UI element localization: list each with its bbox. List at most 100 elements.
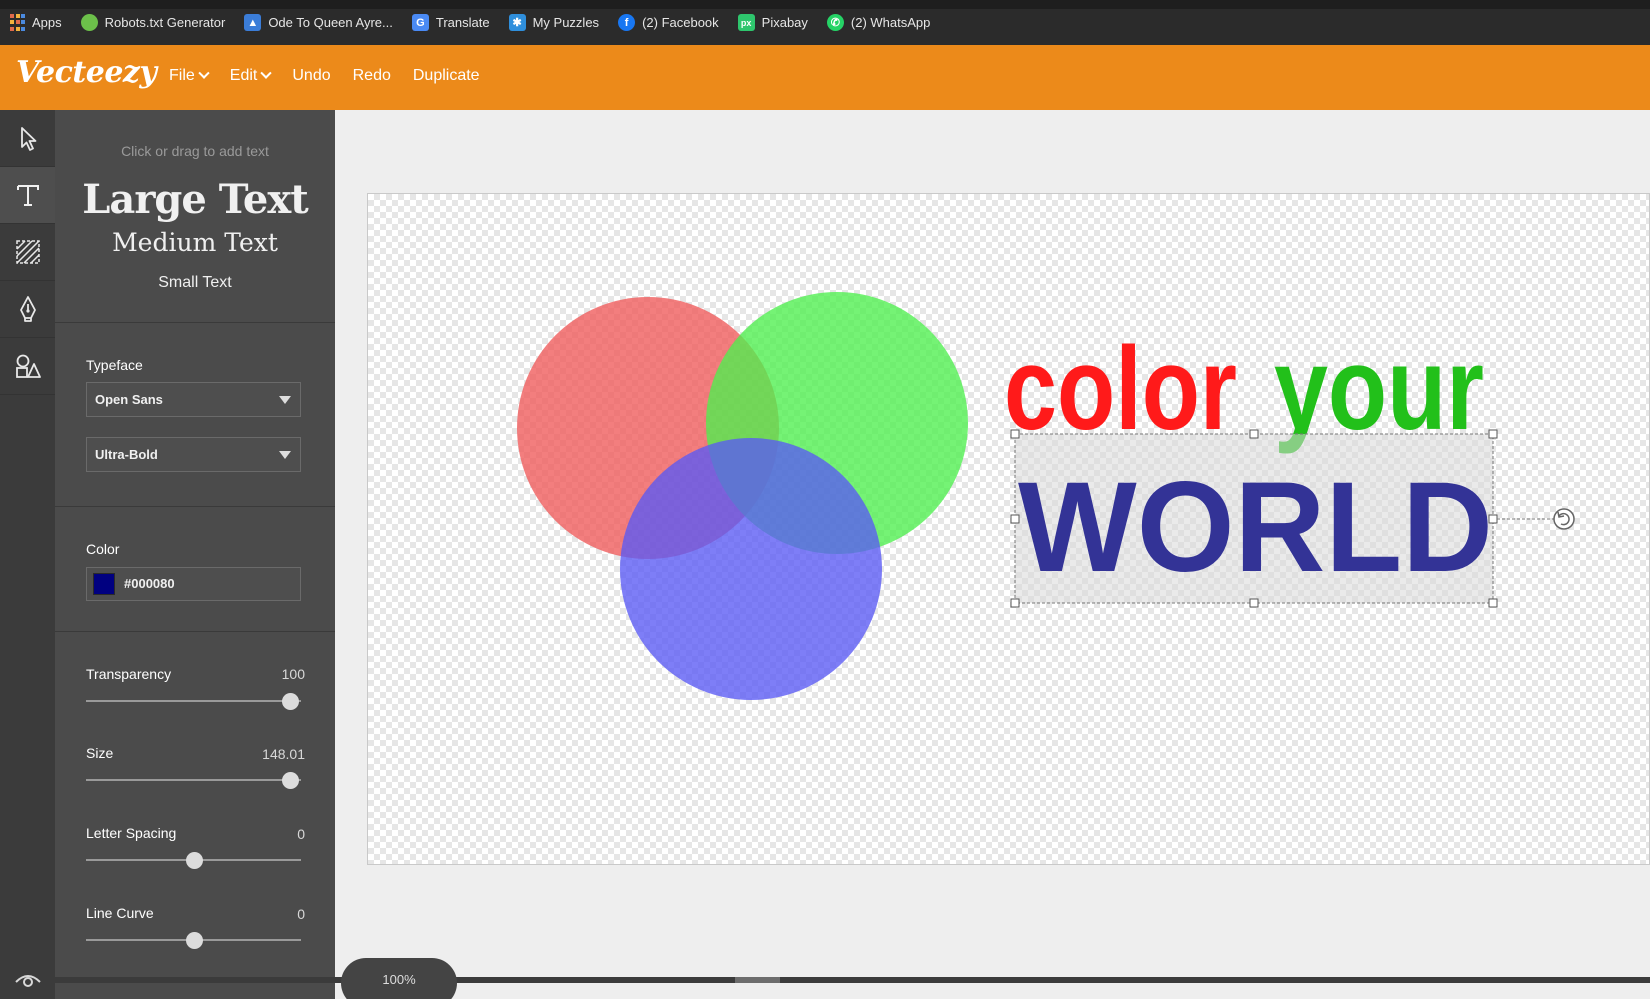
canvas-artwork: color your WORLD [517,292,1575,700]
bookmark-facebook[interactable]: f (2) Facebook [618,14,719,31]
size-value: 148.01 [262,746,305,762]
pen-tool[interactable] [0,281,55,338]
caret-down-icon [279,451,291,459]
line-curve-slider[interactable] [86,930,301,950]
bookmark-label: My Puzzles [532,15,600,30]
text-properties-panel: Click or drag to add text Large Text Med… [55,110,335,999]
typeface-label: Typeface [86,357,143,373]
resize-handle-ne[interactable] [1488,429,1498,439]
divider [55,631,335,632]
letter-spacing-slider[interactable] [86,850,301,870]
font-weight-value: Ultra-Bold [95,447,158,462]
caret-down-icon [279,396,291,404]
photo-icon: ▲ [244,14,262,31]
edit-menu-label: Edit [229,67,258,84]
size-slider[interactable] [86,770,301,790]
resize-handle-w[interactable] [1010,514,1020,524]
bookmark-label: Robots.txt Generator [104,15,226,30]
redo-button[interactable]: Redo [353,67,391,85]
color-input[interactable]: #000080 [86,567,301,601]
preview-tool[interactable] [0,959,55,999]
slider-thumb[interactable] [282,772,300,789]
bookmark-pixabay[interactable]: px Pixabay [737,14,808,31]
bookmark-puzzles[interactable]: ✱ My Puzzles [508,14,600,31]
color-hex-value: #000080 [124,576,175,591]
edit-menu[interactable]: Edit [229,67,273,85]
resize-handle-se[interactable] [1488,598,1498,608]
size-label: Size [86,745,114,761]
pen-nib-icon [19,296,36,322]
horizontal-scrollbar[interactable] [55,977,1650,983]
text-tool[interactable] [0,167,55,224]
file-menu-label: File [169,67,195,84]
whatsapp-icon: ✆ [826,14,844,31]
hatch-pattern-icon [15,240,40,264]
canvas-text-world[interactable]: WORLD [1018,456,1493,599]
bookmark-label: Apps [32,15,62,30]
chevron-down-icon [198,67,210,79]
undo-button[interactable]: Undo [292,67,330,85]
file-menu[interactable]: File [169,67,210,85]
line-curve-label: Line Curve [86,905,154,921]
bookmarks-bar: Apps Robots.txt Generator ▲ Ode To Queen… [0,0,1650,45]
bookmark-whatsapp[interactable]: ✆ (2) WhatsApp [826,14,931,31]
slider-thumb[interactable] [185,852,203,869]
add-medium-text[interactable]: Medium Text [55,228,335,257]
resize-handle-sw[interactable] [1010,598,1020,608]
main-menu: File Edit Undo Redo Duplicate [169,67,502,85]
rotate-handle-icon[interactable] [1553,508,1575,530]
design-canvas[interactable]: color your WORLD [367,193,1650,865]
pattern-tool[interactable] [0,224,55,281]
puzzle-icon: ✱ [508,14,526,31]
shapes-icon [15,354,41,378]
resize-handle-e[interactable] [1488,514,1498,524]
pixabay-icon: px [737,14,755,31]
slider-thumb[interactable] [185,932,203,949]
add-small-text[interactable]: Small Text [55,274,335,292]
typeface-select[interactable]: Open Sans [86,382,301,417]
bookmark-label: Ode To Queen Ayre... [268,15,393,30]
slider-thumb[interactable] [282,693,300,710]
select-tool[interactable] [0,110,55,167]
scrollbar-thumb[interactable] [735,977,780,983]
bookmark-label: Translate [435,15,490,30]
bookmark-label: (2) WhatsApp [850,15,931,30]
translate-icon: G [411,14,429,31]
blue-circle[interactable] [620,438,882,700]
font-weight-select[interactable]: Ultra-Bold [86,437,301,472]
transparency-value: 100 [281,666,305,682]
apps-grid-icon [10,14,25,31]
bookmark-translate[interactable]: G Translate [411,14,490,31]
slider-track [86,700,301,702]
resize-handle-n[interactable] [1249,429,1259,439]
cursor-arrow-icon [20,127,36,151]
slider-track [86,779,301,781]
color-swatch[interactable] [93,573,115,595]
address-bar-edge [0,0,1650,9]
resize-handle-s[interactable] [1249,598,1259,608]
color-label: Color [86,541,120,557]
divider [55,322,335,323]
divider [55,506,335,507]
text-t-icon [16,185,39,206]
vecteezy-logo[interactable]: Vecteezy [16,55,157,90]
tool-strip [0,110,55,999]
bookmark-ode[interactable]: ▲ Ode To Queen Ayre... [244,14,393,31]
chevron-down-icon [260,67,273,79]
robots-icon [80,14,98,31]
duplicate-button[interactable]: Duplicate [413,67,480,85]
resize-handle-nw[interactable] [1010,429,1020,439]
line-curve-value: 0 [297,906,305,922]
bookmark-list: Apps Robots.txt Generator ▲ Ode To Queen… [10,14,949,31]
shapes-tool[interactable] [0,338,55,395]
bookmark-apps[interactable]: Apps [10,14,62,31]
add-large-text[interactable]: Large Text [55,176,335,223]
bookmark-robots[interactable]: Robots.txt Generator [80,14,226,31]
letter-spacing-value: 0 [297,826,305,842]
transparency-slider[interactable] [86,691,301,711]
bookmark-label: (2) Facebook [642,15,719,30]
transparency-label: Transparency [86,666,172,682]
zoom-control[interactable]: 100% [341,958,457,999]
typeface-value: Open Sans [95,392,163,407]
eye-icon [14,975,41,987]
